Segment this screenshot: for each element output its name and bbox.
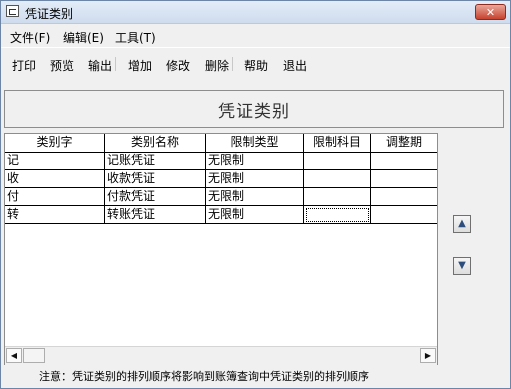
table-row[interactable]: 转 转账凭证 无限制 (5, 206, 437, 224)
column-header[interactable]: 限制类型 (206, 134, 304, 152)
header-panel: 凭证类别 (4, 90, 504, 128)
column-header[interactable]: 调整期 (371, 134, 437, 152)
table-cell[interactable] (371, 152, 437, 170)
table-row[interactable]: 记 记账凭证 无限制 (5, 152, 437, 170)
voucher-category-window: 凭证类别 ✕ 文件(F) 编辑(E) 工具(T) 打印 预览 输出 增加 修改 … (0, 0, 511, 389)
table-row[interactable]: 收 收款凭证 无限制 (5, 170, 437, 188)
table-cell[interactable]: 付 (5, 188, 105, 206)
table-cell[interactable]: 转账凭证 (105, 206, 206, 224)
table-cell[interactable]: 记账凭证 (105, 152, 206, 170)
horizontal-scrollbar[interactable]: ◀ ▶ (5, 346, 437, 365)
table-cell[interactable]: 记 (5, 152, 105, 170)
table-cell[interactable]: 付款凭证 (105, 188, 206, 206)
app-icon (6, 5, 19, 17)
table-cell[interactable] (371, 188, 437, 206)
close-button[interactable]: ✕ (475, 4, 506, 20)
column-header[interactable]: 类别字 (5, 134, 105, 152)
table-cell[interactable]: 收款凭证 (105, 170, 206, 188)
window-title: 凭证类别 (25, 7, 74, 21)
table-row[interactable]: 付 付款凭证 无限制 (5, 188, 437, 206)
table-cell[interactable]: 无限制 (206, 188, 304, 206)
table-cell[interactable]: 无限制 (206, 152, 304, 170)
menu-bar: 文件(F) 编辑(E) 工具(T) (1, 24, 510, 46)
table-cell[interactable]: 无限制 (206, 206, 304, 224)
modify-button[interactable]: 修改 (166, 57, 190, 74)
delete-button[interactable]: 删除 (205, 57, 234, 74)
page-title: 凭证类别 (218, 102, 290, 122)
voucher-category-grid[interactable]: 类别字 类别名称 限制类型 限制科目 调整期 记 记账凭证 无限制 收 收款凭证… (4, 133, 438, 365)
move-up-button[interactable]: ▲ (453, 215, 471, 233)
add-button[interactable]: 增加 (128, 57, 152, 74)
column-header[interactable]: 限制科目 (304, 134, 371, 152)
table-cell[interactable]: 收 (5, 170, 105, 188)
title-bar: 凭证类别 ✕ (1, 1, 510, 24)
grid-header: 类别字 类别名称 限制类型 限制科目 调整期 (5, 134, 437, 153)
note-text: 注意：凭证类别的排列顺序将影响到账簿查询中凭证类别的排列顺序 (39, 370, 369, 383)
table-cell[interactable] (304, 152, 371, 170)
menu-tools[interactable]: 工具(T) (115, 29, 156, 46)
table-cell[interactable] (371, 206, 437, 224)
scroll-left-icon[interactable]: ◀ (6, 348, 22, 363)
move-down-button[interactable]: ▼ (453, 257, 471, 275)
export-button[interactable]: 输出 (88, 57, 117, 74)
table-cell[interactable] (304, 188, 371, 206)
table-cell[interactable]: 转 (5, 206, 105, 224)
table-cell-focused[interactable] (304, 206, 371, 224)
menu-edit[interactable]: 编辑(E) (63, 29, 104, 46)
table-cell[interactable]: 无限制 (206, 170, 304, 188)
table-cell[interactable] (371, 170, 437, 188)
scroll-thumb[interactable] (23, 348, 45, 363)
table-cell[interactable] (304, 170, 371, 188)
menu-file[interactable]: 文件(F) (10, 29, 50, 46)
column-header[interactable]: 类别名称 (105, 134, 206, 152)
scroll-right-icon[interactable]: ▶ (420, 348, 436, 363)
preview-button[interactable]: 预览 (50, 57, 74, 74)
help-button[interactable]: 帮助 (244, 57, 268, 74)
exit-button[interactable]: 退出 (283, 57, 307, 74)
print-button[interactable]: 打印 (12, 57, 36, 74)
toolbar: 打印 预览 输出 增加 修改 删除 帮助 退出 (1, 47, 510, 78)
